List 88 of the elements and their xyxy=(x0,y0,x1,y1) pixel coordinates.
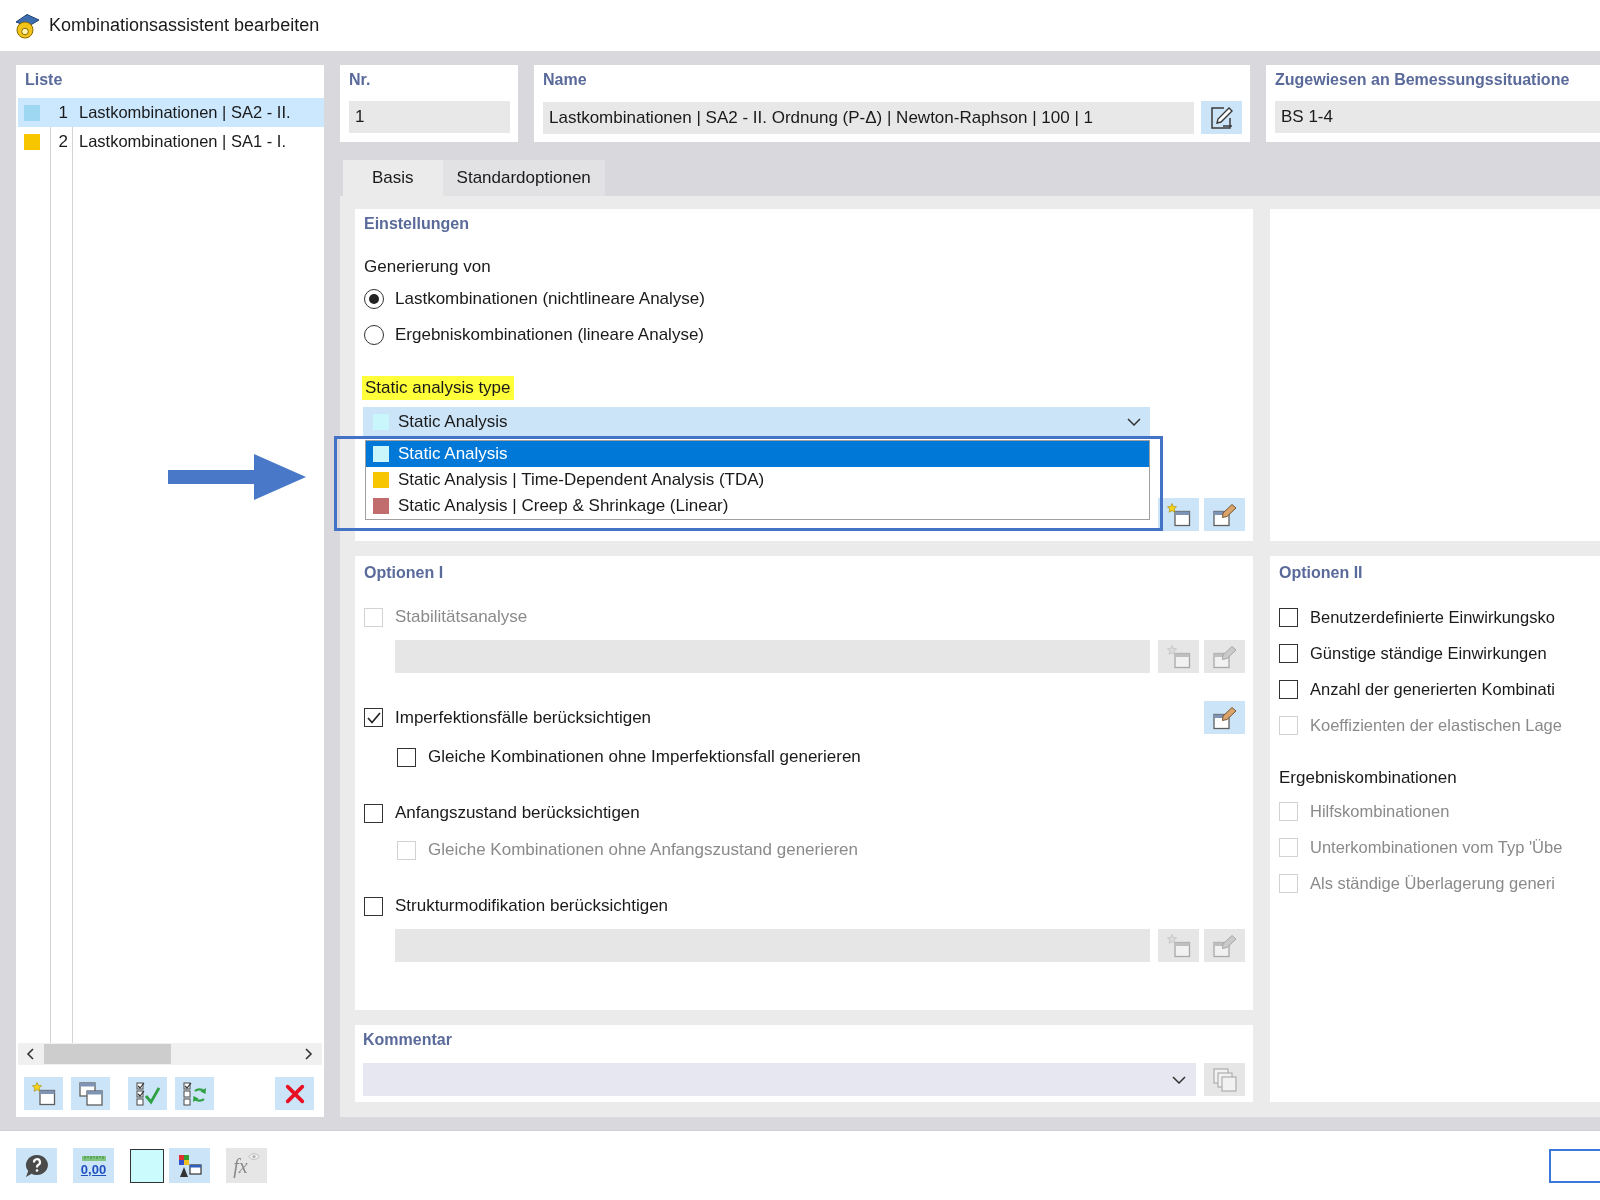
panel-title: Liste xyxy=(24,70,64,90)
list-row[interactable]: 2 Lastkombinationen | SA1 - I. xyxy=(18,127,324,156)
scrollbar[interactable] xyxy=(18,1043,322,1065)
panel-title: Optionen II xyxy=(1279,563,1364,583)
check-list-icon xyxy=(135,1081,160,1106)
dropdown-option[interactable]: Static Analysis | Time-Dependent Analysis (TDA) xyxy=(366,467,1149,493)
field-label: Name xyxy=(543,70,588,90)
color-label-icon xyxy=(177,1153,202,1178)
checkbox[interactable] xyxy=(364,708,383,727)
checkbox[interactable] xyxy=(364,896,383,916)
dropdown[interactable]: Static Analysis xyxy=(363,407,1150,437)
scrollbar-thumb[interactable] xyxy=(44,1044,171,1064)
window-star-icon xyxy=(1166,502,1191,527)
name-field[interactable]: Lastkombinationen | SA2 - II. Ordnung (P-Δ) | Newton-Raphson | 100 | 1 xyxy=(543,101,1194,134)
window-star-icon xyxy=(1166,933,1191,958)
copy-windows-icon xyxy=(78,1081,103,1106)
number-field[interactable]: 1 xyxy=(349,101,510,133)
checkbox-label: Günstige ständige Einwirkungen xyxy=(1310,643,1547,663)
color-swatch-icon[interactable] xyxy=(130,1148,164,1183)
stacked-squares-icon xyxy=(1212,1067,1237,1092)
window-star-icon xyxy=(31,1081,56,1106)
copy-button[interactable] xyxy=(71,1077,110,1110)
checkbox-label: Als ständige Überlagerung generi xyxy=(1310,873,1555,893)
chevron-down-icon xyxy=(1127,418,1141,426)
dropdown-option[interactable]: Static Analysis xyxy=(366,441,1149,467)
list-row[interactable]: 1 Lastkombinationen | SA2 - II. xyxy=(18,98,324,127)
design-situation-field[interactable]: BS 1-4 xyxy=(1275,101,1600,133)
display-button[interactable] xyxy=(169,1148,210,1183)
field-label: Zugewiesen an Bemessungssituatione xyxy=(1275,70,1571,90)
check-refresh-button[interactable] xyxy=(175,1077,214,1110)
field-label: Static analysis type xyxy=(362,376,514,400)
radio-label: Lastkombinationen (nichtlineare Analyse) xyxy=(395,289,705,309)
edit-button[interactable] xyxy=(1204,498,1245,531)
tab[interactable]: Basis xyxy=(343,160,443,196)
chevron-down-icon xyxy=(1172,1075,1186,1084)
group-label: Generierung von xyxy=(364,256,492,278)
pencil-icon xyxy=(1209,105,1234,130)
row-number: 1 xyxy=(57,102,69,123)
help-button[interactable] xyxy=(16,1148,57,1183)
window-edit-icon xyxy=(1212,933,1237,958)
new-button[interactable] xyxy=(24,1077,63,1110)
checkbox-label: Strukturmodifikation berücksichtigen xyxy=(395,896,669,916)
check-refresh-icon xyxy=(182,1081,207,1106)
field-label: Nr. xyxy=(349,70,372,90)
window-edit-icon xyxy=(1212,644,1237,669)
chevron-left-icon[interactable] xyxy=(26,1048,34,1060)
checkbox[interactable] xyxy=(1279,607,1298,627)
edit-button[interactable] xyxy=(1201,101,1242,134)
checkbox-label: Anzahl der generierten Kombinati xyxy=(1310,679,1555,699)
panel-title: Kommentar xyxy=(363,1030,453,1050)
panel-title: Einstellungen xyxy=(364,214,470,234)
comment-field[interactable] xyxy=(363,1063,1196,1096)
row-label: Lastkombinationen | SA1 - I. xyxy=(78,132,287,151)
decimals-button[interactable]: 0,00 xyxy=(73,1148,114,1183)
check-button[interactable] xyxy=(128,1077,167,1110)
app-icon xyxy=(14,12,40,39)
delete-button[interactable] xyxy=(275,1077,314,1110)
help-icon xyxy=(24,1153,49,1178)
row-number: 2 xyxy=(57,131,69,152)
checkbox-label: Hilfskombinationen xyxy=(1310,801,1450,821)
window-edit-icon xyxy=(1212,502,1237,527)
checkbox-label: Gleiche Kombinationen ohne Anfangszustand generieren xyxy=(428,840,859,860)
window-title: Kombinationsassistent bearbeiten xyxy=(49,15,320,36)
panel-title: Optionen I xyxy=(364,563,445,583)
chevron-right-icon[interactable] xyxy=(305,1048,313,1060)
window-star-icon xyxy=(1166,644,1191,669)
eye-icon xyxy=(247,1153,260,1160)
window-edit-icon xyxy=(1212,705,1237,730)
radio-label: Ergebniskombinationen (lineare Analyse) xyxy=(395,325,704,345)
dropdown-option[interactable]: Static Analysis | Creep & Shrinkage (Linear) xyxy=(366,493,1149,519)
checkbox[interactable] xyxy=(364,803,383,823)
checkbox-label: Imperfektionsfälle berücksichtigen xyxy=(395,707,652,728)
checkbox[interactable] xyxy=(397,747,416,767)
checkbox-label: Gleiche Kombinationen ohne Imperfektionsfall generieren xyxy=(428,747,861,767)
checkbox-label: Unterkombinationen vom Typ 'Übe xyxy=(1310,837,1563,857)
checkbox[interactable] xyxy=(1279,679,1298,699)
delete-icon xyxy=(283,1082,306,1105)
edit-button[interactable] xyxy=(1204,701,1245,734)
tab[interactable]: Standardoptionen xyxy=(442,160,605,196)
checkbox-label: Anfangszustand berücksichtigen xyxy=(395,803,640,823)
group-label: Ergebniskombinationen xyxy=(1279,767,1458,789)
checkbox-label: Koeffizienten der elastischen Lage xyxy=(1310,715,1562,735)
row-label: Lastkombinationen | SA2 - II. xyxy=(78,103,292,122)
dialog-button[interactable] xyxy=(1549,1148,1600,1183)
ruler-icon xyxy=(81,1155,106,1161)
checkbox-label: Stabilitätsanalyse xyxy=(395,607,528,627)
checkbox-label: Benutzerdefinierte Einwirkungsko xyxy=(1310,607,1555,627)
checkbox[interactable] xyxy=(1279,643,1298,663)
